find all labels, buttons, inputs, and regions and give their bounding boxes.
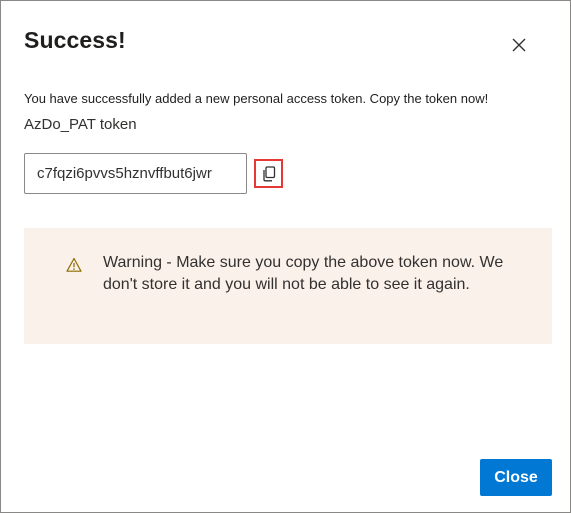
close-icon [512,38,526,52]
dialog-title: Success! [24,27,126,53]
warning-text: Warning - Make sure you copy the above t… [103,254,504,293]
success-dialog: Success! You have successfully added a n… [0,0,571,513]
warning-icon [66,257,82,272]
copy-token-button[interactable] [254,159,283,188]
close-dialog-button[interactable] [507,33,531,57]
token-name-label: AzDo_PAT token [24,116,137,133]
warning-message-bar: Warning - Make sure you copy the above t… [24,228,552,344]
token-value-field[interactable] [24,153,247,194]
success-message: You have successfully added a new person… [24,91,489,106]
close-button[interactable]: Close [480,459,552,496]
copy-icon [262,165,275,181]
